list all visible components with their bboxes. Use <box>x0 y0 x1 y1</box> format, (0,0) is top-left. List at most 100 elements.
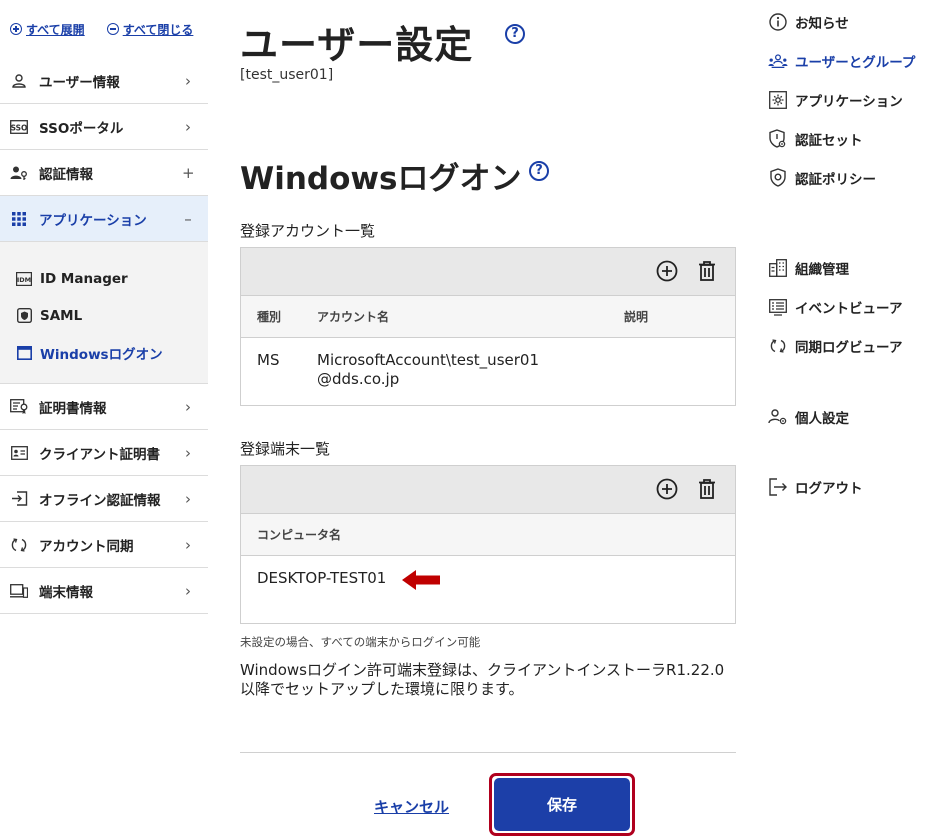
right-nav-label: ユーザーとグループ <box>795 55 916 71</box>
sidebar-item-client-certificate[interactable]: クライアント証明書 › <box>0 430 208 476</box>
right-nav-label: 組織管理 <box>795 262 849 278</box>
idm-icon: IDM <box>16 271 32 287</box>
table-row[interactable]: DESKTOP-TEST01 <box>241 556 735 622</box>
column-header-type: 種別 <box>257 310 282 324</box>
id-card-icon <box>10 444 28 462</box>
sidebar-item-offline-auth[interactable]: オフライン認証情報 › <box>0 476 208 522</box>
account-name-line1: MicrosoftAccount\test_user01 <box>317 351 539 369</box>
sidebar-subitem-saml[interactable]: SAML <box>0 297 208 334</box>
help-icon[interactable]: ? <box>505 24 525 44</box>
cancel-button[interactable]: キャンセル <box>374 796 449 817</box>
red-arrow-left-icon <box>402 570 441 622</box>
sidebar-subitem-label: SAML <box>40 307 83 324</box>
sidebar-item-sso-portal[interactable]: SSO SSOポータル › <box>0 104 208 150</box>
terminals-panel: コンピュータ名 DESKTOP-TEST01 <box>240 465 736 624</box>
right-nav-label: 認証ポリシー <box>795 172 876 188</box>
accounts-panel: 種別 アカウント名 説明 MS MicrosoftAccount\test_us… <box>240 247 736 406</box>
save-button[interactable]: 保存 <box>494 778 630 831</box>
chevron-right-icon: › <box>185 117 191 136</box>
collapse-all-label: すべて閉じる <box>122 22 194 37</box>
sidebar-item-label: SSOポータル <box>39 120 124 137</box>
accounts-table-header: 種別 アカウント名 説明 <box>241 296 735 338</box>
sidebar-item-account-sync[interactable]: アカウント同期 › <box>0 522 208 568</box>
sync-icon <box>10 536 28 554</box>
right-nav-item-event-viewer[interactable]: イベントビューア <box>768 297 902 317</box>
sidebar-subitem-windows-logon[interactable]: Windowsログオン <box>0 334 208 371</box>
chevron-right-icon: › <box>185 443 191 462</box>
sidebar-item-label: オフライン認証情報 <box>39 492 161 509</box>
right-nav-item-logout[interactable]: ログアウト <box>768 477 863 497</box>
note-small-text: 未設定の場合、すべての端末からログイン可能 <box>240 635 481 649</box>
right-nav-item-auth-policy[interactable]: 認証ポリシー <box>768 168 876 188</box>
right-nav-item-applications[interactable]: アプリケーション <box>768 90 903 110</box>
sidebar-item-label: アカウント同期 <box>39 538 134 555</box>
user-settings-icon <box>768 407 788 427</box>
account-name-cell: MicrosoftAccount\test_user01 @dds.co.jp <box>300 351 608 404</box>
trash-icon[interactable] <box>696 478 718 500</box>
table-row[interactable]: MS MicrosoftAccount\test_user01 @dds.co.… <box>241 338 735 404</box>
account-type-cell: MS <box>257 351 280 369</box>
right-nav-item-auth-set[interactable]: 認証セット <box>768 129 863 149</box>
users-group-icon <box>768 51 788 71</box>
right-nav-item-users-groups[interactable]: ユーザーとグループ <box>768 51 915 71</box>
sidebar-item-auth-info[interactable]: 認証情報 + <box>0 150 208 196</box>
sidebar-item-label: アプリケーション <box>39 212 147 229</box>
section-help-icon[interactable]: ? <box>529 161 549 181</box>
column-header-account-name: アカウント名 <box>317 310 390 324</box>
user-icon <box>10 72 28 90</box>
accounts-list-label: 登録アカウント一覧 <box>240 222 376 240</box>
shield-policy-icon <box>768 168 788 188</box>
chevron-right-icon: › <box>185 489 191 508</box>
sidebar-subitem-label: Windowsログオン <box>40 346 163 363</box>
sidebar-subitem-label: ID Manager <box>40 270 128 287</box>
right-nav-item-sync-log-viewer[interactable]: 同期ログビューア <box>768 336 902 356</box>
trash-icon[interactable] <box>696 260 718 282</box>
right-nav-label: 個人設定 <box>795 411 849 427</box>
terminals-list-label: 登録端末一覧 <box>240 440 331 458</box>
sidebar-item-label: 証明書情報 <box>39 400 107 417</box>
sync-log-icon <box>768 336 788 356</box>
chevron-right-icon: › <box>185 581 191 600</box>
logout-icon <box>768 477 788 497</box>
grid-icon <box>10 210 28 228</box>
collapse-all-link[interactable]: すべて閉じる <box>106 20 194 38</box>
right-nav-label: お知らせ <box>795 16 849 32</box>
minus-circle-icon <box>106 23 119 35</box>
expand-all-link[interactable]: すべて展開 <box>10 20 85 38</box>
plus-circle-icon <box>10 23 22 35</box>
sidebar-item-applications[interactable]: アプリケーション – <box>0 196 208 242</box>
sidebar-item-label: 端末情報 <box>39 584 93 601</box>
page-title: ユーザー設定 <box>240 23 474 67</box>
right-nav-item-organization[interactable]: 組織管理 <box>768 258 849 278</box>
shield-box-icon <box>16 308 32 324</box>
window-icon <box>16 345 32 361</box>
sidebar-item-label: 認証情報 <box>39 166 93 183</box>
chevron-right-icon: › <box>185 71 191 90</box>
event-list-icon <box>768 297 788 317</box>
user-id-label: [test_user01] <box>240 67 334 83</box>
accounts-toolbar <box>241 248 735 296</box>
account-name-line2: @dds.co.jp <box>317 370 400 388</box>
info-icon <box>768 12 788 32</box>
svg-text:SSO: SSO <box>11 123 28 132</box>
expand-collapse-row: すべて展開 すべて閉じる <box>10 20 193 38</box>
column-header-computer-name: コンピュータ名 <box>257 528 342 542</box>
right-nav-label: イベントビューア <box>795 301 903 317</box>
right-nav-label: 認証セット <box>795 133 863 149</box>
right-nav-label: 同期ログビューア <box>795 340 903 356</box>
expand-all-label: すべて展開 <box>26 22 85 37</box>
right-nav-item-notices[interactable]: お知らせ <box>768 12 849 32</box>
device-icon <box>10 582 28 600</box>
add-circle-icon[interactable] <box>656 260 678 282</box>
section-title: Windowsログオン <box>240 161 522 197</box>
sidebar-item-user-info[interactable]: ユーザー情報 › <box>0 58 208 104</box>
right-nav-item-personal-settings[interactable]: 個人設定 <box>768 407 849 427</box>
divider <box>240 752 736 753</box>
applications-submenu: IDM ID Manager SAML Windowsログオン <box>0 242 208 384</box>
user-key-icon <box>10 164 28 182</box>
minus-icon: – <box>184 209 192 228</box>
add-circle-icon[interactable] <box>656 478 678 500</box>
sidebar-item-certificate-info[interactable]: 証明書情報 › <box>0 384 208 430</box>
sidebar-subitem-id-manager[interactable]: IDM ID Manager <box>0 260 208 297</box>
sidebar-item-device-info[interactable]: 端末情報 › <box>0 568 208 614</box>
